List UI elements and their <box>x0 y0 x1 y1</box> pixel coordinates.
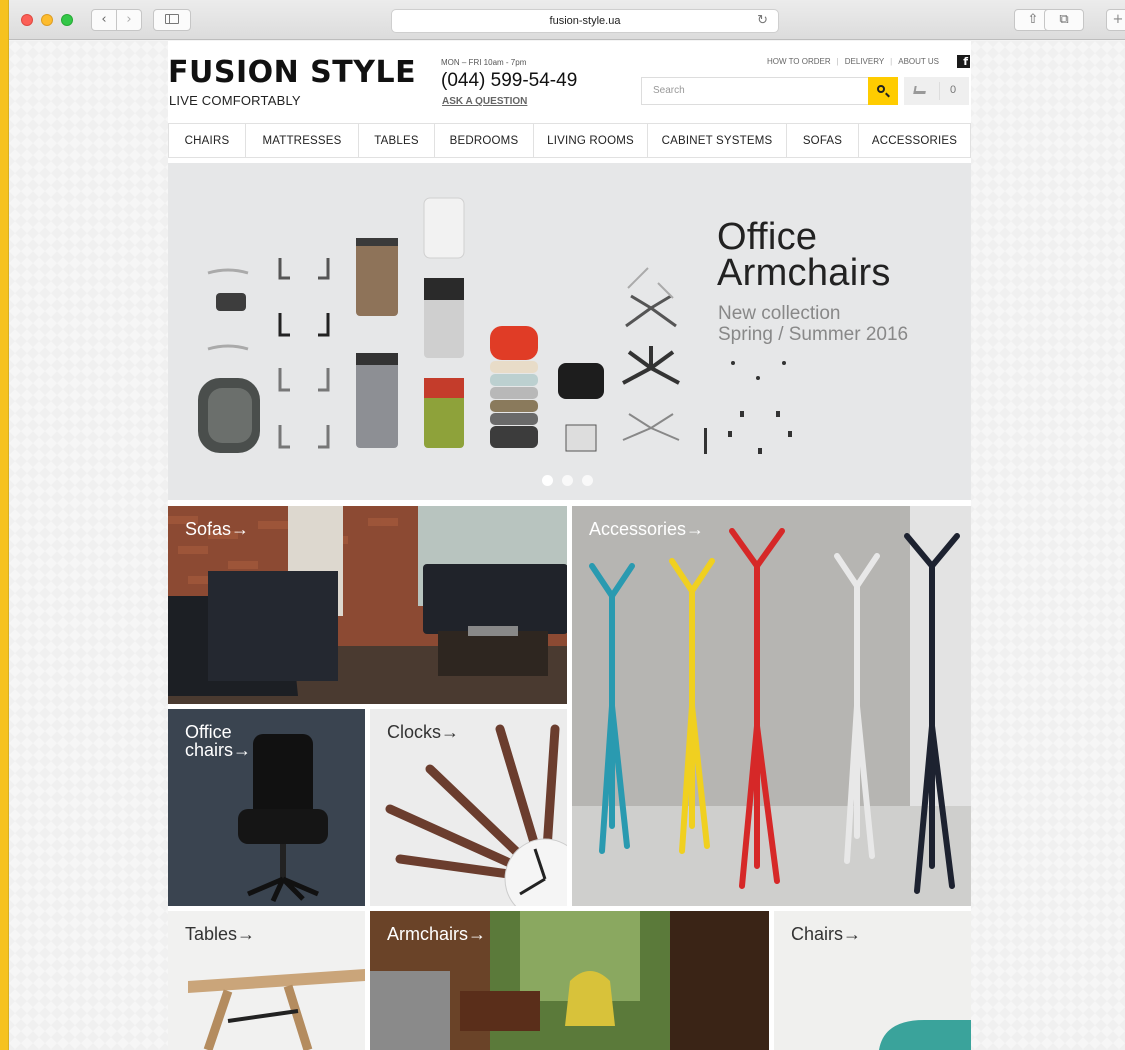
tile-label-office-chairs: Office chairs→ <box>185 723 251 759</box>
tile-label-line: Office <box>185 722 232 742</box>
hero-title-line: Office <box>717 216 818 258</box>
hero-title-line: Armchairs <box>717 252 891 294</box>
slider-dot[interactable] <box>542 475 553 486</box>
link-separator: | <box>890 57 893 66</box>
tile-label-accessories: Accessories→ <box>589 519 705 539</box>
site-container: FUSION STYLE LIVE COMFORTABLY MON – FRI … <box>168 41 971 1050</box>
new-tab-button[interactable]: + <box>1106 9 1125 31</box>
tile-label-tables: Tables→ <box>185 924 256 944</box>
hero-subtitle: New collection Spring / Summer 2016 <box>718 303 908 345</box>
category-tile-accessories[interactable]: Accessories→ <box>572 506 971 906</box>
cart-icon <box>913 86 927 94</box>
minimize-window-button[interactable] <box>41 14 53 26</box>
menu-item-sofas[interactable]: SOFAS <box>787 124 859 157</box>
slider-dots <box>542 475 593 486</box>
menu-item-living-rooms[interactable]: LIVING ROOMS <box>534 124 648 157</box>
cart-divider <box>939 82 940 100</box>
tile-label-sofas: Sofas→ <box>185 519 250 539</box>
address-bar[interactable]: fusion-style.ua ↻ <box>391 9 779 33</box>
url-text: fusion-style.ua <box>549 15 621 27</box>
zoom-window-button[interactable] <box>61 14 73 26</box>
category-tile-chairs[interactable]: Chairs→ <box>774 911 971 1050</box>
search-button[interactable] <box>868 77 898 105</box>
about-us-link[interactable]: ABOUT US <box>898 57 939 66</box>
menu-item-cabinet-systems[interactable]: CABINET SYSTEMS <box>648 124 787 157</box>
site-logo[interactable]: FUSION STYLE <box>168 55 416 90</box>
cart-button[interactable]: 0 <box>904 77 969 105</box>
ask-question-link[interactable]: ASK A QUESTION <box>442 96 527 107</box>
forward-button[interactable]: › <box>116 9 142 31</box>
link-separator: | <box>836 57 839 66</box>
hero-title: Office Armchairs <box>717 216 891 294</box>
browser-window: ‹ › fusion-style.ua ↻ ⇧ ⧉ + FUSION STYLE… <box>8 0 1125 1050</box>
hero-subtitle-line: Spring / Summer 2016 <box>718 324 909 345</box>
category-tile-tables[interactable]: Tables→ <box>168 911 365 1050</box>
search-icon <box>877 85 885 93</box>
category-tile-armchairs[interactable]: Armchairs→ <box>370 911 769 1050</box>
facebook-icon[interactable]: f <box>957 55 970 68</box>
main-menu: CHAIRS MATTRESSES TABLES BEDROOMS LIVING… <box>168 123 971 158</box>
menu-item-tables[interactable]: TABLES <box>359 124 435 157</box>
cart-count: 0 <box>950 84 957 96</box>
category-tile-office-chairs[interactable]: Office chairs→ <box>168 709 365 906</box>
top-links: HOW TO ORDER | DELIVERY | ABOUT US <box>767 57 939 66</box>
category-tile-sofas[interactable]: Sofas→ <box>168 506 567 704</box>
how-to-order-link[interactable]: HOW TO ORDER <box>767 57 831 66</box>
web-page: FUSION STYLE LIVE COMFORTABLY MON – FRI … <box>9 41 1125 1050</box>
slider-dot[interactable] <box>582 475 593 486</box>
tile-label-line: chairs→ <box>185 740 252 760</box>
tabs-icon: ⧉ <box>1059 12 1069 27</box>
chevron-right-icon: › <box>126 12 132 27</box>
browser-toolbar: ‹ › fusion-style.ua ↻ ⇧ ⧉ + <box>9 0 1125 40</box>
menu-item-bedrooms[interactable]: BEDROOMS <box>435 124 534 157</box>
share-icon: ⇧ <box>1027 12 1039 27</box>
sidebar-toggle-button[interactable] <box>153 9 191 31</box>
tile-label-clocks: Clocks→ <box>387 722 460 742</box>
chevron-left-icon: ‹ <box>101 12 107 27</box>
close-window-button[interactable] <box>21 14 33 26</box>
category-tile-clocks[interactable]: Clocks→ <box>370 709 567 906</box>
search-input[interactable]: Search <box>641 77 870 105</box>
menu-item-accessories[interactable]: ACCESSORIES <box>859 124 970 157</box>
hero-subtitle-line: New collection <box>718 303 841 324</box>
delivery-link[interactable]: DELIVERY <box>845 57 884 66</box>
reload-icon[interactable]: ↻ <box>757 10 768 32</box>
tile-label-armchairs: Armchairs→ <box>387 924 487 944</box>
slider-dot[interactable] <box>562 475 573 486</box>
tile-label-chairs: Chairs→ <box>791 924 862 944</box>
sidebar-icon <box>165 14 179 24</box>
menu-item-mattresses[interactable]: MATTRESSES <box>246 124 359 157</box>
phone-number[interactable]: (044) 599-54-49 <box>441 70 577 92</box>
working-hours: MON – FRI 10am - 7pm <box>441 58 527 67</box>
back-button[interactable]: ‹ <box>91 9 117 31</box>
show-tabs-button[interactable]: ⧉ <box>1044 9 1084 31</box>
plus-icon: + <box>1112 12 1124 27</box>
menu-item-chairs[interactable]: CHAIRS <box>169 124 246 157</box>
accessories-photo <box>572 506 971 906</box>
site-tagline: LIVE COMFORTABLY <box>169 93 301 108</box>
hero-slider[interactable]: Office Armchairs New collection Spring /… <box>168 163 971 500</box>
